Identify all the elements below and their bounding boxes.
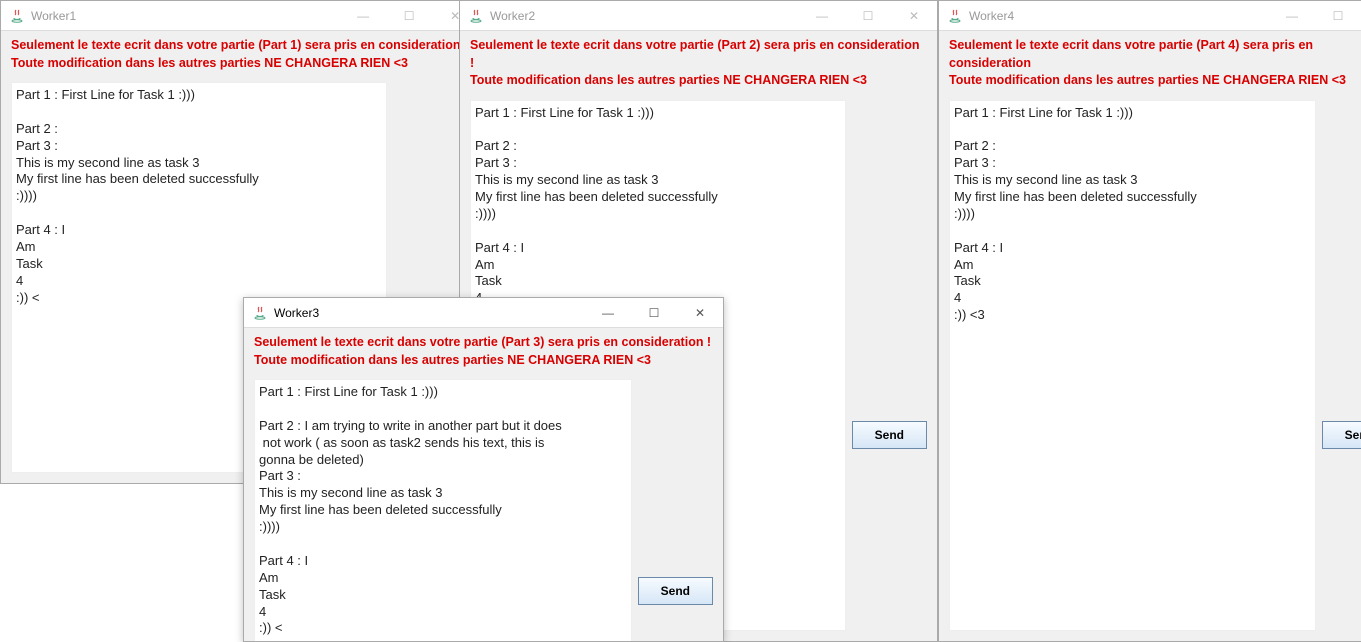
- warning-line1: Seulement le texte ecrit dans votre part…: [470, 37, 927, 72]
- titlebar[interactable]: Worker4 — ☐ ✕: [939, 1, 1361, 31]
- send-button[interactable]: Send: [638, 577, 713, 605]
- warning-text: Seulement le texte ecrit dans votre part…: [254, 334, 713, 369]
- send-button[interactable]: Send: [852, 421, 927, 449]
- maximize-button[interactable]: ☐: [845, 1, 891, 30]
- warning-line2: Toute modification dans les autres parti…: [949, 72, 1361, 90]
- java-icon: [468, 8, 484, 24]
- warning-line1: Seulement le texte ecrit dans votre part…: [254, 334, 713, 352]
- minimize-button[interactable]: —: [585, 298, 631, 327]
- window-body: Seulement le texte ecrit dans votre part…: [939, 31, 1361, 641]
- text-area[interactable]: Part 1 : First Line for Task 1 :))) Part…: [949, 100, 1316, 632]
- titlebar[interactable]: Worker3 — ☐ ✕: [244, 298, 723, 328]
- titlebar[interactable]: Worker1 — ☐ ✕: [1, 1, 478, 31]
- java-icon: [9, 8, 25, 24]
- minimize-button[interactable]: —: [340, 1, 386, 30]
- send-button[interactable]: Send: [1322, 421, 1361, 449]
- java-icon: [947, 8, 963, 24]
- maximize-button[interactable]: ☐: [386, 1, 432, 30]
- window-title: Worker3: [274, 306, 585, 320]
- titlebar[interactable]: Worker2 — ☐ ✕: [460, 1, 937, 31]
- warning-line2: Toute modification dans les autres parti…: [254, 352, 713, 370]
- window-controls: — ☐ ✕: [1269, 1, 1361, 30]
- window-worker3: Worker3 — ☐ ✕ Seulement le texte ecrit d…: [243, 297, 724, 642]
- content-row: Part 1 : First Line for Task 1 :))) Part…: [254, 379, 713, 641]
- warning-line2: Toute modification dans les autres parti…: [470, 72, 927, 90]
- window-controls: — ☐ ✕: [340, 1, 478, 30]
- maximize-button[interactable]: ☐: [631, 298, 677, 327]
- text-area[interactable]: Part 1 : First Line for Task 1 :))) Part…: [254, 379, 632, 641]
- content-row: Part 1 : First Line for Task 1 :))) Part…: [949, 100, 1361, 632]
- window-controls: — ☐ ✕: [799, 1, 937, 30]
- window-title: Worker4: [969, 9, 1269, 23]
- warning-text: Seulement le texte ecrit dans votre part…: [470, 37, 927, 90]
- java-icon: [252, 305, 268, 321]
- close-button[interactable]: ✕: [677, 298, 723, 327]
- maximize-button[interactable]: ☐: [1315, 1, 1361, 30]
- warning-line1: Seulement le texte ecrit dans votre part…: [949, 37, 1361, 72]
- close-button[interactable]: ✕: [891, 1, 937, 30]
- warning-text: Seulement le texte ecrit dans votre part…: [11, 37, 468, 72]
- warning-line1: Seulement le texte ecrit dans votre part…: [11, 37, 468, 55]
- warning-line2: Toute modification dans les autres parti…: [11, 55, 468, 73]
- window-body: Seulement le texte ecrit dans votre part…: [244, 328, 723, 641]
- window-title: Worker2: [490, 9, 799, 23]
- minimize-button[interactable]: —: [1269, 1, 1315, 30]
- minimize-button[interactable]: —: [799, 1, 845, 30]
- warning-text: Seulement le texte ecrit dans votre part…: [949, 37, 1361, 90]
- window-worker4: Worker4 — ☐ ✕ Seulement le texte ecrit d…: [938, 0, 1361, 642]
- window-title: Worker1: [31, 9, 340, 23]
- window-controls: — ☐ ✕: [585, 298, 723, 327]
